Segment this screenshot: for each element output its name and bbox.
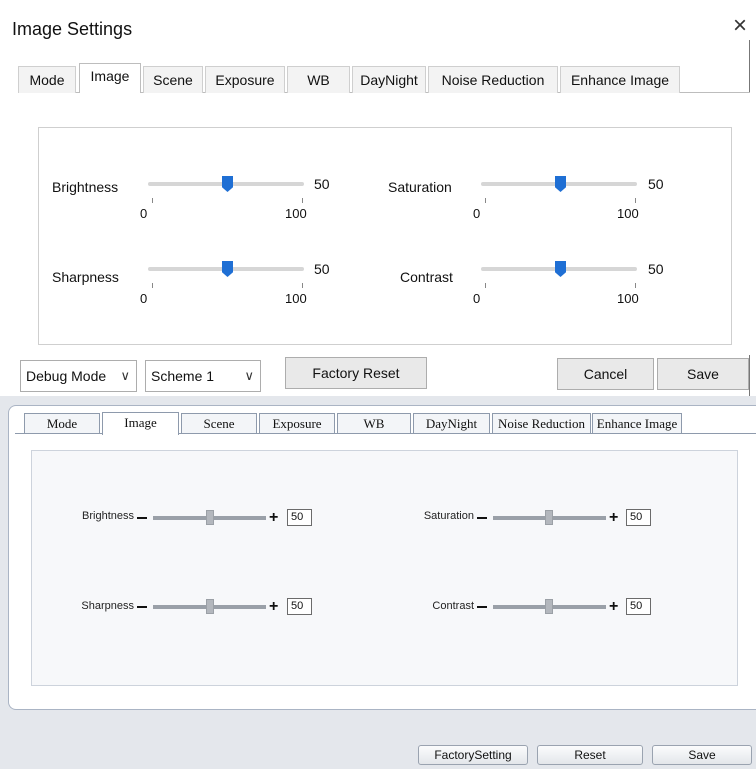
brightness-decrease-button[interactable] <box>137 517 147 519</box>
saturation-decrease-button[interactable] <box>477 517 487 519</box>
chevron-down-icon: ∨ <box>120 368 130 383</box>
brightness-slider-thumb[interactable] <box>206 510 214 525</box>
contrast-min-tick <box>485 283 486 288</box>
brightness-max-label: 100 <box>285 206 307 221</box>
scheme-value: Scheme 1 <box>151 368 215 384</box>
debug-mode-value: Debug Mode <box>26 368 107 384</box>
tab-enhance-image[interactable]: Enhance Image <box>592 413 682 434</box>
sharpness-min-label: 0 <box>140 291 148 306</box>
saturation-min-label: 0 <box>473 206 481 221</box>
saturation-max-tick <box>635 198 636 203</box>
saturation-label: Saturation <box>388 179 452 195</box>
contrast-label: Contrast <box>432 600 474 612</box>
tab-enhance-image[interactable]: Enhance Image <box>560 66 680 93</box>
dialog-title: Image Settings <box>12 19 133 39</box>
image-settings-group <box>38 127 732 345</box>
saturation-label: Saturation <box>423 510 474 522</box>
sharpness-label: Sharpness <box>81 600 134 612</box>
scheme-select[interactable]: Scheme 1 ∨ <box>145 360 261 392</box>
chevron-down-icon: ∨ <box>244 368 254 383</box>
sharpness-decrease-button[interactable] <box>137 606 147 608</box>
brightness-max-tick <box>302 198 303 203</box>
brightness-label: Brightness <box>82 510 134 522</box>
save-button[interactable]: Save <box>652 745 752 765</box>
factory-reset-label: Factory Reset <box>312 365 400 381</box>
contrast-label: Contrast <box>400 269 453 285</box>
save-button[interactable]: Save <box>657 358 749 390</box>
tab-scene[interactable]: Scene <box>143 66 203 93</box>
saturation-slider-thumb[interactable] <box>545 510 553 525</box>
save-label: Save <box>687 366 719 382</box>
tab-scene[interactable]: Scene <box>181 413 257 434</box>
sharpness-max-tick <box>302 283 303 288</box>
factory-reset-button[interactable]: Factory Reset <box>285 357 427 389</box>
tab-exposure[interactable]: Exposure <box>205 66 285 93</box>
tab-image[interactable]: Image <box>79 63 141 93</box>
debug-mode-select[interactable]: Debug Mode ∨ <box>20 360 137 392</box>
brightness-min-tick <box>152 198 153 203</box>
brightness-min-label: 0 <box>140 206 148 221</box>
saturation-min-tick <box>485 198 486 203</box>
contrast-value-input[interactable]: 50 <box>626 598 651 615</box>
contrast-decrease-button[interactable] <box>477 606 487 608</box>
tab-mode[interactable]: Mode <box>18 66 76 93</box>
tab-mode[interactable]: Mode <box>24 413 100 434</box>
tab-daynight[interactable]: DayNight <box>413 413 490 434</box>
cancel-label: Cancel <box>583 366 628 382</box>
brightness-label: Brightness <box>52 179 119 195</box>
cancel-button[interactable]: Cancel <box>557 358 654 390</box>
saturation-value: 50 <box>648 176 664 192</box>
tab-exposure[interactable]: Exposure <box>259 413 335 434</box>
saturation-increase-button[interactable]: + <box>609 510 618 526</box>
sharpness-value: 50 <box>314 261 330 277</box>
image-settings-group <box>31 450 738 686</box>
sharpness-increase-button[interactable]: + <box>269 599 278 615</box>
tab-wb[interactable]: WB <box>287 66 350 93</box>
tab-daynight[interactable]: DayNight <box>352 66 426 93</box>
tab-wb[interactable]: WB <box>337 413 411 434</box>
contrast-min-label: 0 <box>473 291 481 306</box>
close-icon[interactable]: × <box>733 14 747 38</box>
brightness-value: 50 <box>314 176 330 192</box>
contrast-value: 50 <box>648 261 664 277</box>
saturation-value-input[interactable]: 50 <box>626 509 651 526</box>
image-settings-dialog: Image Settings × Mode Image Scene Exposu… <box>0 0 756 396</box>
saturation-max-label: 100 <box>617 206 639 221</box>
sharpness-label: Sharpness <box>52 269 119 285</box>
sharpness-slider-thumb[interactable] <box>206 599 214 614</box>
contrast-increase-button[interactable]: + <box>609 599 618 615</box>
sharpness-min-tick <box>152 283 153 288</box>
reset-button[interactable]: Reset <box>537 745 643 765</box>
tab-image[interactable]: Image <box>102 412 179 435</box>
contrast-slider-thumb[interactable] <box>545 599 553 614</box>
sharpness-value-input[interactable]: 50 <box>287 598 312 615</box>
factory-setting-button[interactable]: FactorySetting <box>418 745 528 765</box>
web-image-settings-panel: Mode Image Scene Exposure WB DayNight No… <box>0 396 756 769</box>
brightness-increase-button[interactable]: + <box>269 510 278 526</box>
tab-noise-reduction[interactable]: Noise Reduction <box>428 66 558 93</box>
contrast-max-label: 100 <box>617 291 639 306</box>
brightness-value-input[interactable]: 50 <box>287 509 312 526</box>
contrast-max-tick <box>635 283 636 288</box>
sharpness-max-label: 100 <box>285 291 307 306</box>
tab-noise-reduction[interactable]: Noise Reduction <box>492 413 591 434</box>
